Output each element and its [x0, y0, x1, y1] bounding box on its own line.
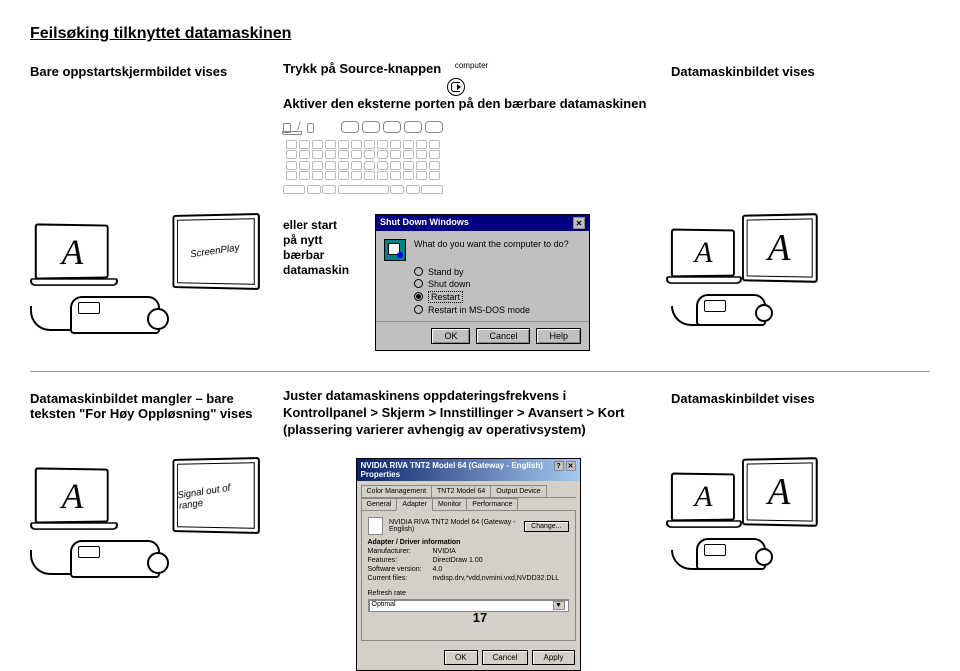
laptop-screen: A [671, 228, 735, 277]
radio-standby[interactable] [414, 267, 423, 276]
cancel-button[interactable]: Cancel [476, 328, 530, 344]
row2-mid-heading: Juster datamaskinens oppdateringsfrekven… [283, 388, 653, 439]
dialog-question: What do you want the computer to do? [414, 239, 569, 261]
refresh-rate-dropdown[interactable]: Optimal ▼ [368, 599, 569, 612]
laptop-projector-illustration: A Signal out of range [30, 458, 265, 583]
laptop-projector-illustration: A ScreenPlay [30, 214, 265, 339]
key-icon [383, 121, 401, 133]
radio-shutdown-label: Shut down [428, 279, 471, 289]
manufacturer-value: NVIDIA [433, 548, 456, 555]
laptop-projector-working: A A [671, 214, 930, 334]
props-title-text: NVIDIA RIVA TNT2 Model 64 (Gateway - Eng… [361, 461, 554, 479]
projection-screen: ScreenPlay [172, 213, 259, 290]
projector-icon [696, 538, 766, 570]
key-icon [362, 121, 380, 133]
software-version-value: 4.0 [433, 566, 443, 573]
projection-screen: A [742, 213, 818, 283]
laptop-mini-icon [283, 123, 291, 133]
key-icon [425, 121, 443, 133]
projector-icon [70, 296, 160, 334]
laptop-screen: A [35, 223, 109, 279]
row1-headers: Bare oppstartskjermbildet vises Trykk på… [30, 61, 930, 194]
cancel-button[interactable]: Cancel [482, 650, 529, 665]
restart-text: eller start på nytt bærbar datamaskin [283, 214, 363, 351]
projection-screen: A [742, 458, 818, 528]
ok-button[interactable]: OK [444, 650, 478, 665]
manufacturer-label: Manufacturer: [368, 548, 433, 555]
shutdown-dialog: Shut Down Windows ✕ What do you want the… [375, 214, 590, 351]
radio-msdos-label: Restart in MS-DOS mode [428, 305, 530, 315]
ok-button[interactable]: OK [431, 328, 470, 344]
adapter-info-heading: Adapter / Driver information [368, 539, 569, 546]
chevron-down-icon: ▼ [553, 601, 565, 610]
computer-label: computer [455, 61, 488, 71]
windows-icon [384, 239, 406, 261]
tabs-row-2: General Adapter Monitor Performance [361, 498, 576, 511]
projection-screen: Signal out of range [172, 457, 259, 534]
tab-performance[interactable]: Performance [466, 498, 518, 510]
screenplay-text: ScreenPlay [190, 242, 241, 260]
key-icon [307, 123, 314, 133]
radio-restart-label: Restart [428, 291, 463, 303]
projector-icon [696, 294, 766, 326]
illustration-row-1: A ScreenPlay eller start på nytt bærbar … [30, 214, 930, 351]
properties-dialog: NVIDIA RIVA TNT2 Model 64 (Gateway - Eng… [356, 458, 581, 671]
radio-standby-label: Stand by [428, 267, 464, 277]
refresh-rate-label: Refresh rate [368, 590, 569, 597]
tab-output[interactable]: Output Device [490, 485, 546, 497]
apply-button[interactable]: Apply [532, 650, 574, 665]
illustration-row-2: A Signal out of range NVIDIA RIVA TNT2 M… [30, 458, 930, 671]
tab-tnt2[interactable]: TNT2 Model 64 [431, 485, 491, 497]
features-value: DirectDraw 1.00 [433, 557, 483, 564]
help-icon[interactable]: ? [554, 461, 564, 471]
refresh-rate-value: Optimal [372, 601, 396, 610]
current-files-value: nvdisp.drv,*vdd,nvmini.vxd,NVDD32.DLL [433, 575, 560, 582]
radio-shutdown[interactable] [414, 279, 423, 288]
laptop-projector-working: A A [671, 458, 930, 578]
laptop-screen: A [35, 468, 109, 524]
row1-mid-line1: Trykk på Source-knappen computer [283, 61, 653, 96]
tab-color-mgmt[interactable]: Color Management [361, 485, 433, 497]
row1-left-heading: Bare oppstartskjermbildet vises [30, 61, 265, 194]
radio-restart[interactable] [414, 292, 423, 301]
page-number: 17 [473, 610, 487, 625]
close-icon[interactable]: ✕ [573, 217, 585, 229]
page-title: Feilsøking tilknyttet datamaskinen [30, 25, 930, 43]
row1-right-heading: Datamaskinbildet vises [671, 61, 930, 194]
laptop-screen: A [671, 473, 735, 522]
tab-monitor[interactable]: Monitor [432, 498, 467, 510]
adapter-name: NVIDIA RIVA TNT2 Model 64 (Gateway - Eng… [389, 519, 518, 533]
close-icon[interactable]: ✕ [566, 461, 576, 471]
adapter-icon [368, 517, 383, 535]
features-label: Features: [368, 557, 433, 564]
key-icon [404, 121, 422, 133]
keyboard-illustration: / [283, 119, 443, 194]
current-files-label: Current files: [368, 575, 433, 582]
change-button[interactable]: Change... [524, 521, 568, 532]
row1-mid-line2: Aktiver den eksterne porten på den bærba… [283, 96, 653, 113]
software-version-label: Software version: [368, 566, 433, 573]
signal-out-text: Signal out of range [177, 479, 255, 512]
row2-right-heading: Datamaskinbildet vises [671, 388, 930, 439]
tab-adapter[interactable]: Adapter [396, 498, 433, 511]
source-button-icon [447, 78, 465, 96]
help-button[interactable]: Help [536, 328, 581, 344]
dialog-title: Shut Down Windows [380, 217, 469, 229]
key-icon [341, 121, 359, 133]
row2-headers: Datamaskinbildet mangler – bare teksten … [30, 388, 930, 439]
tab-general[interactable]: General [361, 498, 398, 510]
row2-left-heading: Datamaskinbildet mangler – bare teksten … [30, 388, 265, 439]
source-button-text: Trykk på Source-knappen [283, 61, 441, 76]
projector-icon [70, 540, 160, 578]
tabs-row-1: Color Management TNT2 Model 64 Output De… [361, 485, 576, 498]
divider [30, 371, 930, 372]
radio-msdos[interactable] [414, 305, 423, 314]
